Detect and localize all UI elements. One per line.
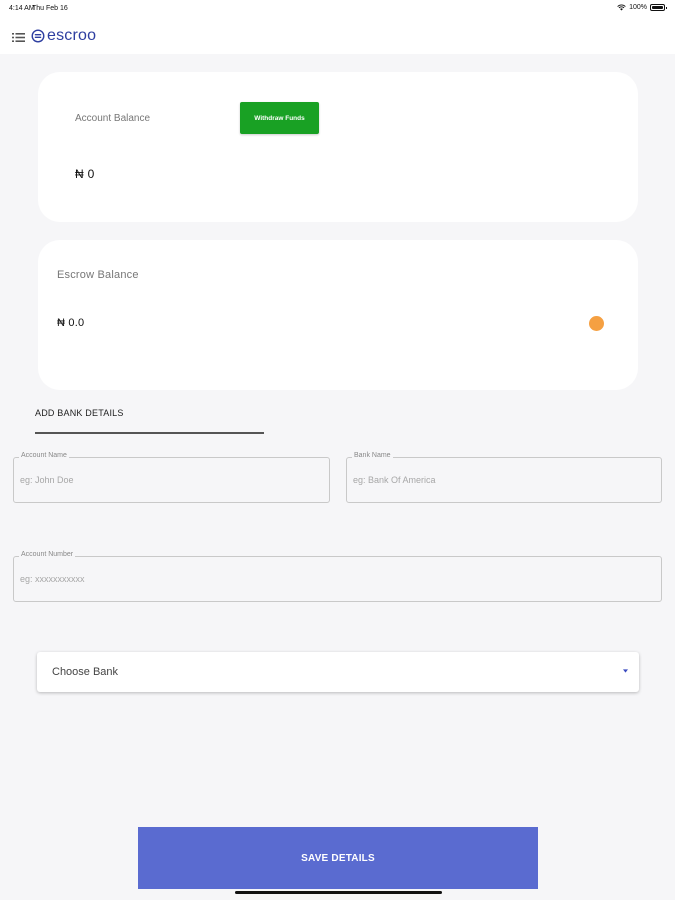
escroo-logo-icon [31, 29, 45, 43]
account-name-field: Account Name [13, 452, 330, 503]
account-number-input[interactable] [20, 557, 655, 601]
bank-name-field: Bank Name [346, 452, 662, 503]
escrow-balance-card: Escrow Balance ₦ 0.0 [38, 240, 638, 390]
wifi-icon [617, 4, 626, 11]
list-icon[interactable] [12, 33, 25, 42]
account-number-field: Account Number [13, 551, 662, 602]
battery-percent: 100% [629, 4, 647, 11]
account-balance-label: Account Balance [75, 113, 151, 124]
save-details-button[interactable]: SAVE DETAILS [138, 827, 538, 889]
escrow-balance-label: Escrow Balance [57, 269, 139, 281]
logo: escroo [31, 27, 96, 45]
escrow-status-dot [589, 316, 604, 331]
withdraw-funds-button[interactable]: Withdraw Funds [240, 102, 319, 134]
add-bank-details-title: ADD BANK DETAILS [35, 408, 124, 418]
escrow-balance-value: ₦ 0.0 [57, 317, 85, 329]
status-indicators: 100% [617, 4, 667, 11]
account-name-input[interactable] [20, 458, 323, 502]
battery-icon [650, 4, 667, 11]
section-underline [35, 432, 264, 434]
app-header: escroo [0, 18, 675, 54]
choose-bank-value: Choose Bank [52, 666, 119, 678]
status-date: Thu Feb 16 [32, 5, 68, 12]
account-balance-value: ₦ 0 [75, 167, 95, 181]
status-bar: 4:14 AM Thu Feb 16 100% [0, 0, 675, 18]
logo-text: escroo [47, 27, 97, 44]
account-balance-card: Account Balance Withdraw Funds ₦ 0 [38, 72, 638, 222]
bank-name-input[interactable] [353, 458, 655, 502]
home-indicator [235, 891, 442, 894]
caret-down-icon [623, 669, 628, 673]
status-time: 4:14 AM [9, 5, 35, 12]
app-screen: 4:14 AM Thu Feb 16 100% escroo Account B… [0, 0, 675, 900]
choose-bank-select[interactable]: Choose Bank [37, 652, 639, 692]
